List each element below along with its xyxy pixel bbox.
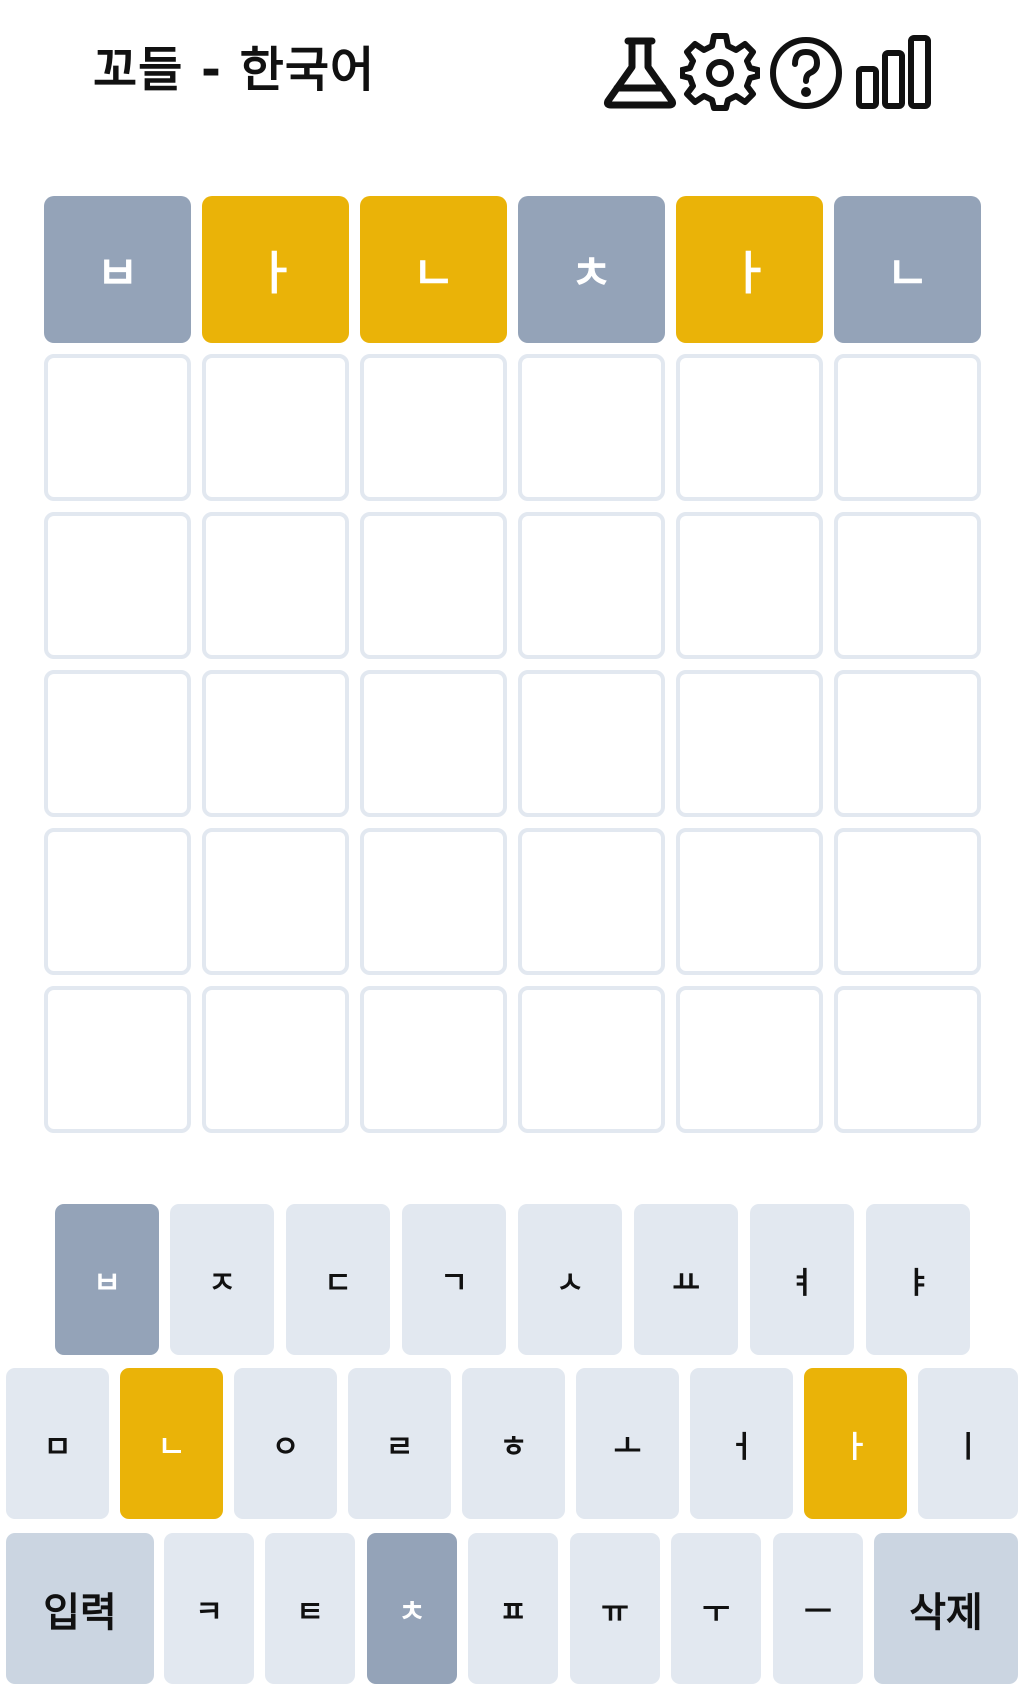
key[interactable]: ㄱ (402, 1204, 506, 1355)
board-tile (676, 354, 823, 501)
board-tile (676, 986, 823, 1133)
board-tile (202, 670, 349, 817)
keyboard-row: ㅂㅈㄷㄱㅅㅛㅕㅑ (0, 1204, 1024, 1355)
key[interactable]: ㅣ (918, 1368, 1018, 1519)
board-row (44, 986, 981, 1133)
key[interactable]: ㅏ (804, 1368, 907, 1519)
key[interactable]: ㅕ (750, 1204, 854, 1355)
flask-icon[interactable] (600, 33, 680, 113)
key[interactable]: ㅊ (367, 1533, 457, 1684)
key[interactable]: ㅁ (6, 1368, 109, 1519)
board-tile (676, 670, 823, 817)
keyboard-row: ㅁㄴㅇㄹㅎㅗㅓㅏㅣ (0, 1368, 1024, 1519)
board-tile (518, 670, 665, 817)
board-tile: ㅏ (202, 196, 349, 343)
board-row (44, 354, 981, 501)
key[interactable]: ㅈ (170, 1204, 274, 1355)
board-tile (360, 512, 507, 659)
key[interactable]: ㄴ (120, 1368, 223, 1519)
key[interactable]: ㅎ (462, 1368, 565, 1519)
board-tile: ㄴ (834, 196, 981, 343)
key[interactable]: ㅍ (468, 1533, 558, 1684)
page-title: 꼬들 - 한국어 (93, 42, 376, 98)
board-tile (202, 828, 349, 975)
gear-icon[interactable] (680, 33, 760, 113)
board-tile (518, 986, 665, 1133)
on-screen-keyboard: ㅂㅈㄷㄱㅅㅛㅕㅑㅁㄴㅇㄹㅎㅗㅓㅏㅣ 입력 ㅋㅌㅊㅍㅠㅜㅡ 삭제 (0, 1204, 1024, 1691)
board-row (44, 670, 981, 817)
board-tile (834, 512, 981, 659)
board-tile (202, 986, 349, 1133)
board-tile (518, 354, 665, 501)
key[interactable]: ㄹ (348, 1368, 451, 1519)
key[interactable]: ㅜ (671, 1533, 761, 1684)
board-tile (676, 512, 823, 659)
header: 꼬들 - 한국어 (0, 0, 1024, 150)
board-tile (518, 828, 665, 975)
board-tile (360, 986, 507, 1133)
board-row: ㅂㅏㄴㅊㅏㄴ (44, 196, 981, 343)
board-tile (44, 828, 191, 975)
stats-bars-icon[interactable] (854, 33, 934, 113)
board-tile (360, 670, 507, 817)
board-tile (44, 354, 191, 501)
board-tile (44, 670, 191, 817)
key[interactable]: ㅓ (690, 1368, 793, 1519)
board-tile (202, 512, 349, 659)
key[interactable]: ㅡ (773, 1533, 863, 1684)
help-circle-icon[interactable] (766, 33, 846, 113)
board-tile (44, 986, 191, 1133)
board-tile (360, 828, 507, 975)
key[interactable]: ㅗ (576, 1368, 679, 1519)
key[interactable]: ㅌ (265, 1533, 355, 1684)
board-tile (202, 354, 349, 501)
key[interactable]: ㅂ (55, 1204, 159, 1355)
board-tile: ㅊ (518, 196, 665, 343)
board-tile (834, 670, 981, 817)
board-tile (676, 828, 823, 975)
board-tile: ㄴ (360, 196, 507, 343)
board-tile: ㅏ (676, 196, 823, 343)
board-tile (834, 986, 981, 1133)
board-tile (44, 512, 191, 659)
key[interactable]: ㅅ (518, 1204, 622, 1355)
key[interactable]: ㅇ (234, 1368, 337, 1519)
board-row (44, 828, 981, 975)
key[interactable]: ㅛ (634, 1204, 738, 1355)
delete-key[interactable]: 삭제 (874, 1533, 1018, 1684)
enter-key[interactable]: 입력 (6, 1533, 154, 1684)
board-tile (834, 354, 981, 501)
key[interactable]: ㄷ (286, 1204, 390, 1355)
key[interactable]: ㅋ (164, 1533, 254, 1684)
keyboard-row: 입력 ㅋㅌㅊㅍㅠㅜㅡ 삭제 (0, 1533, 1024, 1684)
board-tile (518, 512, 665, 659)
board-row (44, 512, 981, 659)
board-tile (360, 354, 507, 501)
key[interactable]: ㅑ (866, 1204, 970, 1355)
board-tile: ㅂ (44, 196, 191, 343)
key[interactable]: ㅠ (570, 1533, 660, 1684)
board-tile (834, 828, 981, 975)
